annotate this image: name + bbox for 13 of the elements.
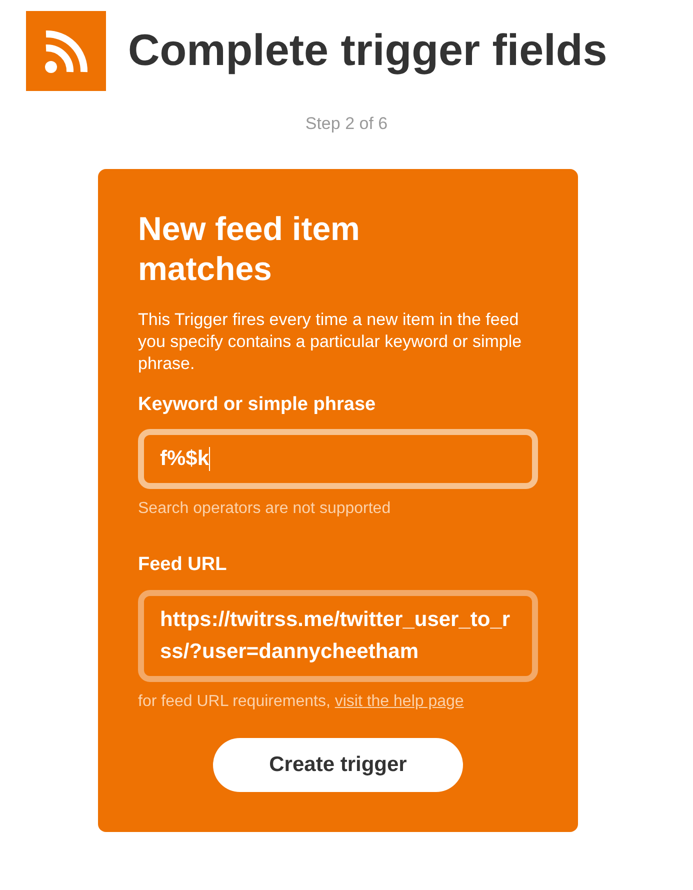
step-indicator: Step 2 of 6 [305, 113, 388, 135]
help-link[interactable]: visit the help page [334, 692, 464, 710]
create-trigger-button[interactable]: Create trigger [213, 738, 463, 792]
field-label: Keyword or simple phrase [138, 392, 377, 416]
field-label: Feed URL [138, 553, 228, 577]
help-text: Search operators are not supported [138, 499, 392, 519]
card-title: New feed item matches [138, 208, 361, 288]
text-field[interactable]: f%$k [138, 429, 538, 489]
rss-icon [26, 11, 106, 91]
help-text: for feed URL requirements, visit the help page [138, 692, 465, 712]
page-title: Complete trigger fields [128, 25, 608, 77]
text-field[interactable]: https://twitrss.me/twitter_user_to_rss/?user=dannycheetham [138, 590, 538, 682]
card-description: This Trigger fires every time a new item in the feed you specify contains a particular keyword or simple phrase. [138, 308, 523, 374]
